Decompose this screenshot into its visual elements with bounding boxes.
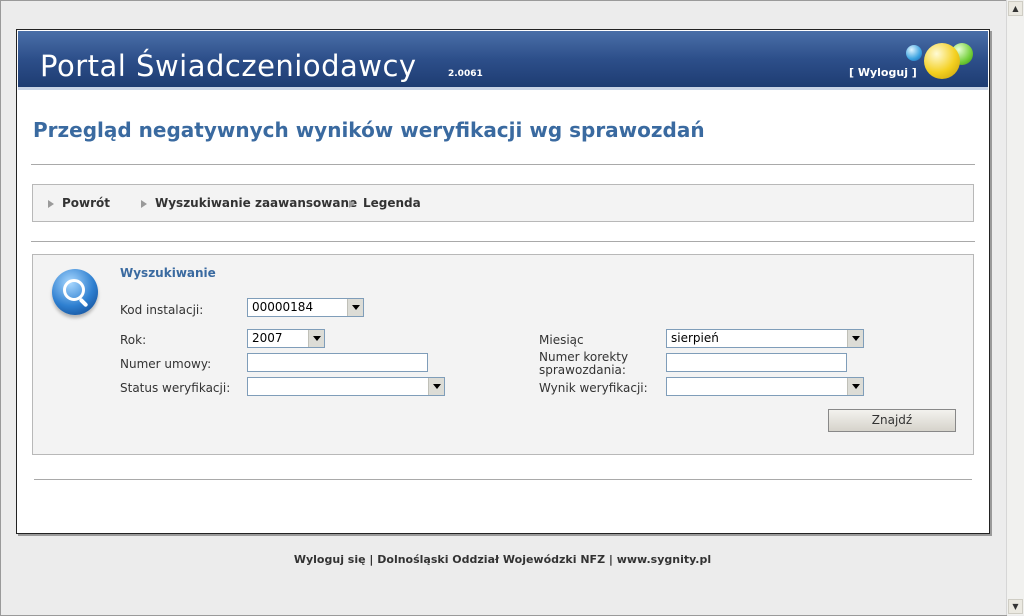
miesiac-value: sierpień — [671, 331, 719, 345]
wynik-weryfikacji-select[interactable] — [666, 377, 864, 396]
magnifier-icon — [50, 267, 102, 323]
nav-legend-label: Legenda — [363, 196, 421, 210]
scroll-down-button[interactable]: ▼ — [1008, 599, 1023, 614]
bubble-yellow — [924, 43, 960, 79]
chevron-down-icon[interactable] — [347, 299, 363, 316]
nav-bar: Powrót Wyszukiwanie zaawansowane Legenda — [32, 184, 974, 222]
kod-instalacji-label: Kod instalacji: — [120, 303, 204, 317]
logo-bubbles-icon — [906, 39, 976, 87]
triangle-right-icon — [141, 199, 147, 208]
chevron-down-icon[interactable] — [428, 378, 444, 395]
miesiac-label: Miesiąc — [539, 333, 584, 347]
chevron-down-icon[interactable] — [847, 330, 863, 347]
numer-korekty-label: Numer korekty sprawozdania: — [539, 350, 629, 377]
portal-window: Portal Świadczeniodawcy 2.0061 [ Wyloguj… — [16, 29, 990, 534]
triangle-right-icon — [48, 199, 54, 208]
search-heading: Wyszukiwanie — [120, 266, 216, 280]
numer-umowy-input[interactable] — [247, 353, 428, 372]
page-title: Przegląd negatywnych wyników weryfikacji… — [33, 118, 705, 142]
triangle-right-icon — [349, 199, 355, 208]
scroll-up-button[interactable]: ▲ — [1008, 1, 1023, 16]
nav-advanced-search-link[interactable]: Wyszukiwanie zaawansowane — [141, 196, 357, 210]
status-weryfikacji-label: Status weryfikacji: — [120, 381, 231, 395]
divider — [34, 479, 972, 480]
vertical-scrollbar[interactable]: ▲ ▼ — [1006, 0, 1024, 615]
search-panel: Wyszukiwanie Kod instalacji: 00000184 Ro… — [32, 254, 974, 455]
footer-text: Wyloguj się | Dolnośląski Oddział Wojewó… — [293, 553, 712, 566]
wynik-weryfikacji-label: Wynik weryfikacji: — [539, 381, 648, 395]
divider — [31, 241, 975, 242]
chevron-down-icon[interactable] — [847, 378, 863, 395]
portal-header: Portal Świadczeniodawcy 2.0061 [ Wyloguj… — [18, 31, 988, 87]
chevron-down-icon[interactable] — [308, 330, 324, 347]
rok-label: Rok: — [120, 333, 147, 347]
bubble-blue — [906, 45, 922, 61]
rok-value: 2007 — [252, 331, 283, 345]
nav-back-link[interactable]: Powrót — [48, 196, 110, 210]
nav-back-label: Powrót — [62, 196, 111, 210]
numer-korekty-input[interactable] — [666, 353, 847, 372]
nav-legend-link[interactable]: Legenda — [349, 196, 421, 210]
status-weryfikacji-select[interactable] — [247, 377, 445, 396]
miesiac-select[interactable]: sierpień — [666, 329, 864, 348]
kod-instalacji-select[interactable]: 00000184 — [247, 298, 364, 317]
portal-version: 2.0061 — [448, 69, 483, 79]
nav-advanced-search-label: Wyszukiwanie zaawansowane — [155, 196, 358, 210]
rok-select[interactable]: 2007 — [247, 329, 325, 348]
find-button[interactable]: Znajdź — [828, 409, 956, 432]
numer-umowy-label: Numer umowy: — [120, 357, 212, 371]
header-divider — [18, 87, 988, 90]
divider — [31, 164, 975, 165]
portal-title: Portal Świadczeniodawcy — [40, 49, 417, 83]
kod-instalacji-value: 00000184 — [252, 300, 314, 314]
